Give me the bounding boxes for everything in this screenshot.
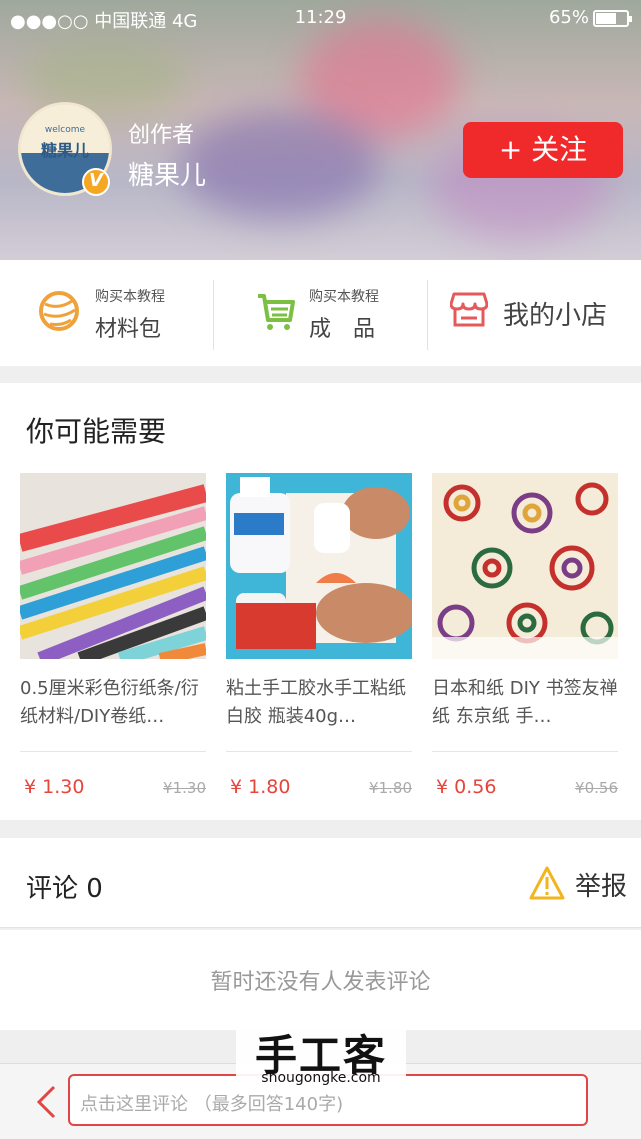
product-price: ¥ 0.56 — [436, 776, 497, 798]
product-image-glue[interactable] — [226, 473, 412, 659]
shortcut-materials[interactable]: 购买本教程 材料包 — [0, 260, 213, 366]
shop-icon — [450, 292, 488, 327]
profile-header: ●●●○○ 中国联通 4G 11:29 65% welcome 糖果儿 V 创作… — [0, 0, 641, 260]
price-row: ¥ 0.56 ¥0.56 — [432, 776, 618, 800]
product-price: ¥ 1.30 — [24, 776, 85, 798]
product-title: 日本和纸 DIY 书签友禅纸 东京纸 手… — [432, 678, 618, 727]
avatar-name-text: 糖果儿 — [40, 141, 89, 160]
original-price: ¥0.56 — [575, 779, 618, 797]
clock: 11:29 — [294, 7, 347, 28]
original-price: ¥1.80 — [369, 779, 412, 797]
price-row: ¥ 1.30 ¥1.30 — [20, 776, 206, 800]
shortcut-sub: 购买本教程 — [95, 289, 165, 305]
product-image-paper-strips[interactable] — [20, 473, 206, 659]
product-title: 粘土手工胶水手工粘纸白胶 瓶装40g… — [226, 678, 406, 727]
battery-icon — [593, 10, 632, 27]
section-title: 你可能需要 — [26, 415, 167, 448]
recommend-section: 你可能需要 0.5厘米彩色衍纸条/衍纸材料/DIY卷纸… ¥ 1.30 ¥1.3… — [0, 383, 641, 820]
cart-icon — [258, 294, 295, 330]
yarn-ball-icon — [39, 291, 79, 331]
battery-percent: 65% — [548, 7, 589, 28]
shortcut-label: 我的小店 — [503, 301, 608, 331]
creator-role: 创作者 — [128, 123, 195, 148]
product-price: ¥ 1.80 — [230, 776, 291, 798]
comments-title: 评论 0 — [26, 874, 103, 904]
shortcut-sub: 购买本教程 — [309, 289, 379, 305]
avatar-welcome-text: welcome — [44, 125, 86, 135]
shortcut-label: 成 品 — [309, 317, 376, 342]
product-card[interactable]: 0.5厘米彩色衍纸条/衍纸材料/DIY卷纸… ¥ 1.30 ¥1.30 — [20, 473, 206, 800]
empty-comments-text: 暂时还没有人发表评论 — [210, 970, 431, 995]
divider — [20, 751, 206, 752]
shortcut-my-shop[interactable]: 我的小店 — [428, 260, 641, 366]
shortcut-finished[interactable]: 购买本教程 成 品 — [214, 260, 427, 366]
product-card[interactable]: 日本和纸 DIY 书签友禅纸 东京纸 手… ¥ 0.56 ¥0.56 — [432, 473, 618, 800]
follow-button[interactable]: + 关注 — [463, 122, 623, 178]
divider — [432, 751, 618, 752]
comments-header: 评论 0 举报 — [0, 838, 641, 928]
original-price: ¥1.30 — [163, 779, 206, 797]
product-title: 0.5厘米彩色衍纸条/衍纸材料/DIY卷纸… — [20, 678, 199, 727]
empty-comments: 暂时还没有人发表评论 — [0, 930, 641, 1030]
purchase-shortcuts: 购买本教程 材料包 购买本教程 成 品 我的小店 — [0, 260, 641, 366]
warning-icon[interactable] — [529, 866, 565, 900]
watermark-url: shougongke.com — [261, 1070, 381, 1086]
creator-name[interactable]: 糖果儿 — [128, 155, 206, 192]
product-card[interactable]: 粘土手工胶水手工粘纸白胶 瓶装40g… ¥ 1.80 ¥1.80 — [226, 473, 412, 800]
bg-blur — [180, 110, 380, 220]
status-bar: ●●●○○ 中国联通 4G 11:29 65% — [0, 0, 641, 36]
report-button[interactable]: 举报 — [575, 866, 627, 903]
price-row: ¥ 1.80 ¥1.80 — [226, 776, 412, 800]
back-arrow-icon[interactable] — [34, 1084, 58, 1120]
product-image-washi-paper[interactable] — [432, 473, 618, 659]
watermark-logo: 手工客 shougongke.com — [236, 1022, 406, 1092]
divider — [226, 751, 412, 752]
shortcut-label: 材料包 — [95, 317, 162, 342]
verified-badge: V — [82, 168, 110, 196]
